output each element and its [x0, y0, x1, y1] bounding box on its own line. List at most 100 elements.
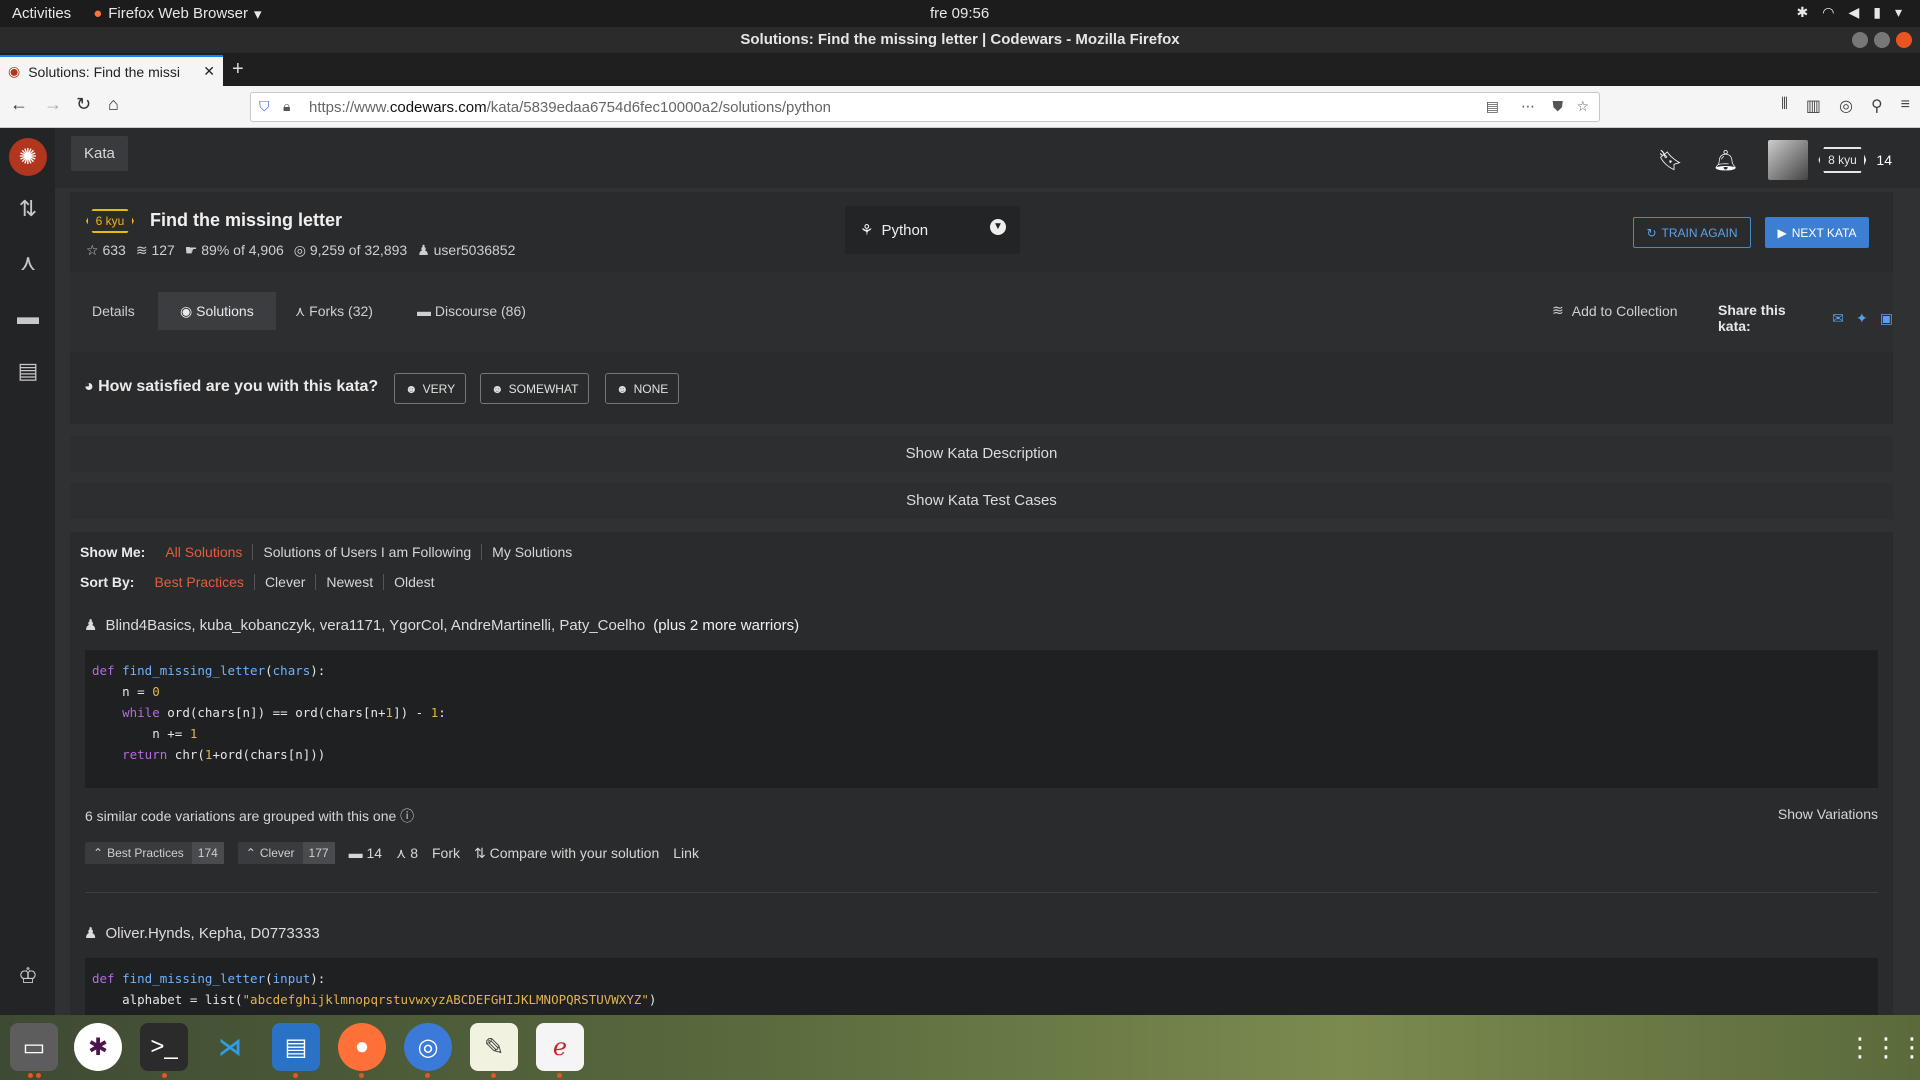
email-share-icon[interactable]: ✉ [1832, 310, 1844, 327]
search-icon[interactable]: ⚲ [1871, 96, 1883, 116]
kata-nav-tab[interactable]: Kata [71, 136, 128, 171]
pdf-viewer-icon[interactable]: ℯ [536, 1023, 584, 1071]
tab-forks[interactable]: ⋏ Forks (32) [273, 292, 395, 330]
solution-authors: ♟ Blind4Basics, kuba_kobanczyk, vera1171… [84, 616, 799, 635]
divider [253, 574, 255, 590]
python-icon: ⚘ [860, 222, 874, 239]
kata-title[interactable]: Find the missing letter [150, 210, 342, 231]
vote-very-button[interactable]: ☻ VERY [394, 373, 467, 404]
slack-tray-icon[interactable]: ✱ [1797, 4, 1809, 21]
tab-details[interactable]: Details [70, 292, 157, 330]
solution-link[interactable]: Link [673, 845, 699, 861]
solution-authors-names[interactable]: Oliver.Hynds, Kepha, D0773333 [105, 925, 319, 942]
show-kata-test-cases[interactable]: Show Kata Test Cases [70, 483, 1893, 519]
train-again-button[interactable]: ↻ TRAIN AGAIN [1633, 217, 1751, 248]
show-variations-link[interactable]: Show Variations [1778, 806, 1878, 822]
solution-authors-names[interactable]: Blind4Basics, kuba_kobanczyk, vera1171, … [105, 617, 645, 634]
lock-icon[interactable]: 🔒︎ [283, 98, 290, 115]
compare-button[interactable]: ⇅ Compare with your solution [474, 845, 659, 862]
tab-discourse[interactable]: ▬ Discourse (86) [395, 292, 548, 330]
page-actions-icon[interactable]: ⋯ [1521, 98, 1535, 115]
toolbar-right: ⫴ ▥ ◎ ⚲ ≡ [1781, 96, 1910, 116]
battery-icon[interactable]: ▮ [1873, 4, 1881, 21]
bookmark-star-icon[interactable]: ☆ [1576, 98, 1589, 115]
app-menu[interactable]: ● Firefox Web Browser ▾ [93, 5, 261, 23]
sort-newest[interactable]: Newest [326, 574, 373, 590]
close-tab-icon[interactable]: ✕ [203, 63, 215, 80]
language-select[interactable]: ⚘ Python ▼ [845, 206, 1020, 254]
files-icon[interactable]: ▭ [10, 1023, 58, 1071]
chromium-icon[interactable]: ◎ [404, 1023, 452, 1071]
docs-icon[interactable]: ▤ [12, 358, 44, 390]
add-to-collection-button[interactable]: ≋ Add to Collection [1552, 302, 1678, 319]
sort-clever[interactable]: Clever [265, 574, 305, 590]
slack-icon[interactable]: ✱ [74, 1023, 122, 1071]
back-button[interactable]: ← [10, 94, 28, 115]
vote-none-button[interactable]: ☻ NONE [605, 373, 680, 404]
minimize-button[interactable] [1852, 32, 1868, 48]
best-practices-label: Best Practices [107, 846, 184, 860]
pocket-icon[interactable]: ⛊ [1553, 98, 1564, 115]
tab-solutions[interactable]: ◉ Solutions [158, 292, 276, 330]
hamburger-menu-icon[interactable]: ≡ [1901, 96, 1910, 116]
show-apps-icon[interactable]: ⋮⋮⋮ [1847, 1023, 1920, 1071]
filter-all-solutions[interactable]: All Solutions [165, 544, 242, 560]
discuss-icon[interactable]: ▬ [12, 304, 44, 336]
writer-icon[interactable]: ▤ [272, 1023, 320, 1071]
avatar[interactable] [1768, 140, 1809, 180]
clever-vote[interactable]: ⌃ Clever 177 [237, 842, 335, 864]
reader-view-icon[interactable]: ▤ [1486, 98, 1499, 115]
system-tray[interactable]: ✱ ◠ ◀ ▮ ▾ [1797, 4, 1902, 21]
forward-button[interactable]: → [44, 94, 62, 115]
user-menu[interactable]: 8 kyu 14 [1768, 140, 1892, 180]
solution-code-block[interactable]: def find_missing_letter(input): alphabet… [85, 958, 1878, 1015]
bookmark-icon[interactable]: 🔖︎ [1658, 148, 1683, 173]
volume-icon[interactable]: ◀ [1848, 4, 1859, 21]
notification-bell-icon[interactable]: 🔔︎ [1713, 148, 1738, 173]
author-stat[interactable]: ♟ user5036852 [417, 242, 515, 259]
power-caret-icon[interactable]: ▾ [1895, 4, 1902, 21]
best-practices-vote[interactable]: ⌃ Best Practices 174 [85, 842, 224, 864]
clock[interactable]: fre 09:56 [930, 5, 989, 22]
more-warriors-link[interactable]: (plus 2 more warriors) [653, 617, 799, 634]
codewars-logo[interactable]: ✺ [9, 138, 47, 176]
home-button[interactable]: ⌂ [108, 94, 119, 115]
vote-somewhat-button[interactable]: ☻ SOMEWHAT [480, 373, 590, 404]
sort-best-practices[interactable]: Best Practices [154, 574, 243, 590]
stars-stat[interactable]: ☆ 633 [86, 242, 126, 259]
account-icon[interactable]: ◎ [1839, 96, 1853, 116]
terminal-icon[interactable]: >_ [140, 1023, 188, 1071]
solution-code-block[interactable]: def find_missing_letter(chars): n = 0 wh… [85, 650, 1878, 788]
maximize-button[interactable] [1874, 32, 1890, 48]
browser-tab[interactable]: ◉ Solutions: Find the missi ✕ [0, 55, 223, 86]
show-kata-description[interactable]: Show Kata Description [70, 436, 1893, 472]
reload-button[interactable]: ↻ [76, 94, 91, 115]
url-bar[interactable]: ⛉ 🔒︎ https://www. codewars.com/kata/5839e… [250, 92, 1600, 122]
close-window-button[interactable] [1896, 32, 1912, 48]
show-me-label: Show Me: [80, 544, 146, 560]
facebook-share-icon[interactable]: ▣ [1880, 310, 1893, 327]
fork-button[interactable]: Fork [432, 845, 460, 861]
activities-button[interactable]: Activities [12, 5, 71, 22]
comments-count[interactable]: ▬ 14 [349, 845, 382, 861]
library-icon[interactable]: ⫴ [1781, 96, 1788, 116]
new-tab-button[interactable]: + [232, 58, 244, 81]
trophy-icon[interactable]: ♔ [12, 963, 44, 995]
satisfaction-panel: ◕ How satisfied are you with this kata? … [70, 352, 1893, 424]
filter-following[interactable]: Solutions of Users I am Following [263, 544, 471, 560]
text-editor-icon[interactable]: ✎ [470, 1023, 518, 1071]
info-icon[interactable]: ⓘ [400, 808, 414, 824]
fork-nav-icon[interactable]: ⋏ [12, 250, 44, 282]
shield-icon[interactable]: ⛉ [259, 98, 270, 115]
wifi-icon[interactable]: ◠ [1822, 4, 1834, 21]
sidebar-toggle-icon[interactable]: ▥ [1806, 96, 1821, 116]
sort-oldest[interactable]: Oldest [394, 574, 434, 590]
vscode-icon[interactable]: ⋊ [206, 1023, 254, 1071]
practice-icon[interactable]: ⇅ [12, 196, 44, 228]
next-kata-button[interactable]: ▶ NEXT KATA [1765, 217, 1869, 248]
vote-none-label: NONE [633, 381, 669, 396]
twitter-share-icon[interactable]: ✦ [1856, 310, 1868, 327]
firefox-icon[interactable]: ● [338, 1023, 386, 1071]
forks-count[interactable]: ⋏ 8 [396, 845, 418, 862]
filter-my-solutions[interactable]: My Solutions [492, 544, 572, 560]
